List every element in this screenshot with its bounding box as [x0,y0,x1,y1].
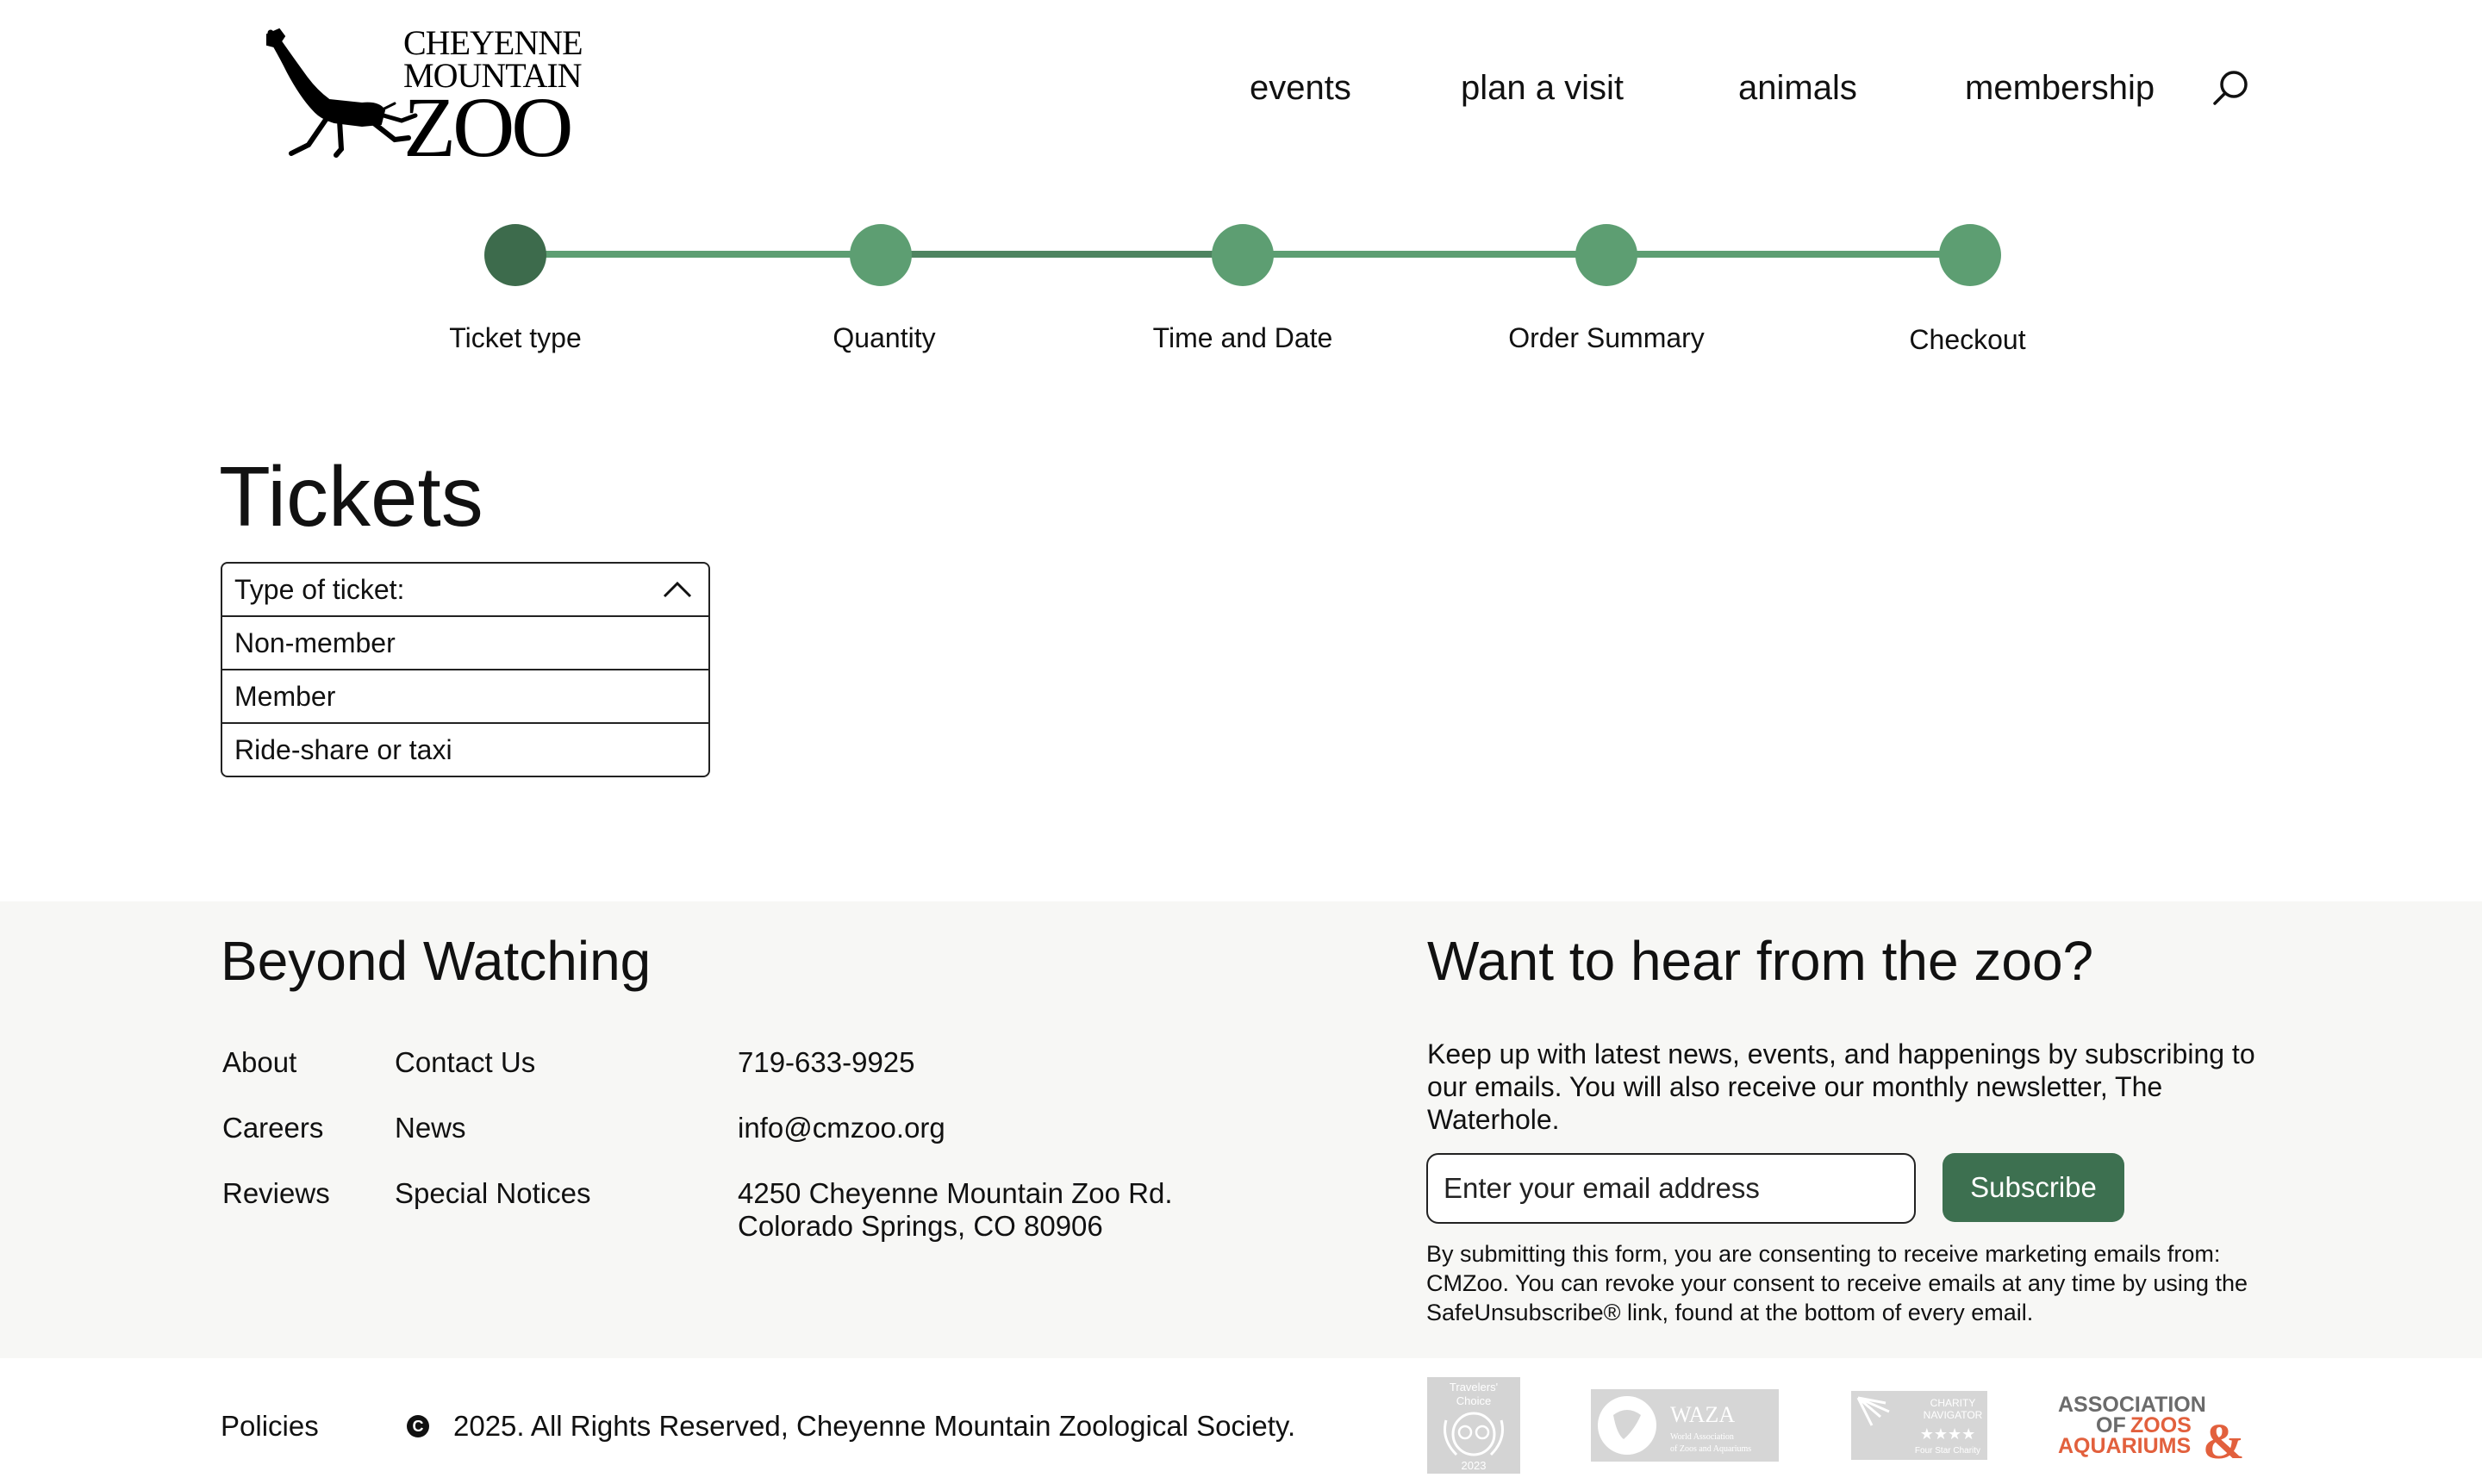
stepper-connector [881,251,1243,258]
subscribe-button[interactable]: Subscribe [1943,1153,2124,1222]
waza-name: WAZA [1670,1402,1735,1427]
logo-line-1: CHEYENNE [403,23,583,62]
step-order-summary-dot[interactable] [1575,224,1637,286]
waza-badge-icon[interactable]: WAZA World Association of Zoos and Aquar… [1591,1389,1779,1462]
step-ticket-type-dot[interactable] [484,224,546,286]
charity-line-1: CHARITY [1930,1397,1976,1409]
tripadvisor-line-1: Travelers' [1450,1381,1498,1394]
charity-navigator-badge-icon[interactable]: CHARITY NAVIGATOR ★★★★ Four Star Charity [1851,1391,1987,1460]
chevron-up-icon[interactable] [662,577,693,602]
nav-plan-a-visit[interactable]: plan a visit [1461,69,1624,108]
consent-text: By submitting this form, you are consent… [1426,1241,2248,1325]
stepper-connector [1243,251,1606,258]
travelers-choice-badge-icon[interactable]: Travelers' Choice 2023 [1427,1377,1520,1474]
step-quantity-dot[interactable] [850,224,912,286]
charity-tagline: Four Star Charity [1915,1446,1980,1456]
page-title: Tickets [219,449,483,544]
footer-link-about[interactable]: About [222,1046,296,1079]
option-non-member[interactable]: Non-member [222,615,708,669]
step-order-summary-label[interactable]: Order Summary [1508,322,1705,354]
aza-line-3: AQUARIUMS [2058,1434,2191,1458]
policies-link[interactable]: Policies [221,1410,319,1443]
ticket-type-dropdown[interactable]: Type of ticket: Non-member Member Ride-s… [221,562,710,777]
nav-animals[interactable]: animals [1738,69,1857,108]
email-field[interactable] [1426,1153,1916,1224]
footer-link-special-notices[interactable]: Special Notices [395,1177,590,1210]
logo-line-3: ZOO [403,79,574,175]
step-time-date-label[interactable]: Time and Date [1153,322,1333,354]
footer-link-news[interactable]: News [395,1112,466,1144]
step-ticket-type-label[interactable]: Ticket type [449,322,582,354]
step-checkout-dot[interactable] [1939,224,2001,286]
ticket-type-dropdown-header[interactable]: Type of ticket: [222,564,708,615]
aza-badge-icon[interactable]: ASSOCIATION OF ZOOS AQUARIUMS & [2056,1391,2253,1462]
tripadvisor-year: 2023 [1462,1459,1487,1472]
nav-events[interactable]: events [1250,69,1351,108]
charity-line-2: NAVIGATOR [1924,1409,1983,1421]
newsletter-heading: Want to hear from the zoo? [1427,930,2094,992]
logo-wordmark[interactable]: CHEYENNE MOUNTAIN ZOO [403,26,583,171]
footer-address-line-1: 4250 Cheyenne Mountain Zoo Rd. [738,1177,1173,1209]
tripadvisor-line-2: Choice [1456,1394,1491,1407]
footer-link-reviews[interactable]: Reviews [222,1177,330,1210]
footer-link-careers[interactable]: Careers [222,1112,323,1144]
footer-email[interactable]: info@cmzoo.org [738,1112,945,1144]
dropdown-label: Type of ticket: [234,573,405,605]
step-time-date-dot[interactable] [1212,224,1274,286]
waza-line-1: World Association [1670,1432,1734,1442]
footer-phone[interactable]: 719-633-9925 [738,1046,915,1079]
option-ride-share[interactable]: Ride-share or taxi [222,722,708,776]
stepper-connector [1606,251,1970,258]
stepper-connector [515,251,881,258]
waza-line-2: of Zoos and Aquariums [1670,1444,1751,1454]
search-icon[interactable] [2211,67,2251,107]
nav-membership[interactable]: membership [1965,69,2155,108]
footer-address-line-2: Colorado Springs, CO 80906 [738,1210,1103,1242]
charity-stars: ★★★★ [1920,1425,1976,1443]
option-member[interactable]: Member [222,669,708,722]
copyright-text: 2025. All Rights Reserved, Cheyenne Moun… [453,1410,1296,1442]
copyright-icon: C [407,1415,429,1437]
step-quantity-label[interactable]: Quantity [833,322,935,354]
footer-link-contact-us[interactable]: Contact Us [395,1046,535,1079]
aza-ampersand: & [2203,1413,2244,1462]
footer-heading: Beyond Watching [221,930,652,992]
newsletter-description: Keep up with latest news, events, and ha… [1427,1038,2255,1135]
step-checkout-label[interactable]: Checkout [1909,324,2025,356]
